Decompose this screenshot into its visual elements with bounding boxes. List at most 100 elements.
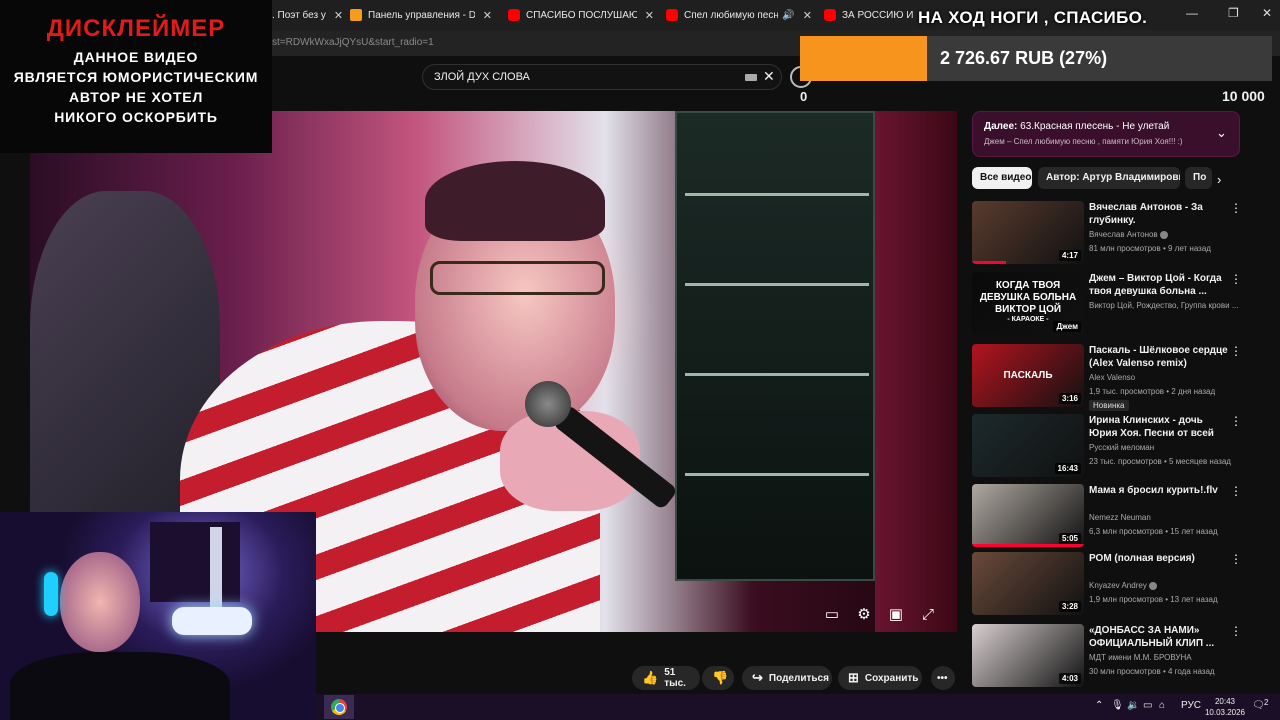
subtitles-icon[interactable]: ▭ <box>821 603 843 625</box>
browser-tab[interactable]: Панель управления - Donation ✕ <box>350 4 492 26</box>
theater-mode-icon[interactable]: ▣ <box>885 603 907 625</box>
video-meta: 1,9 тыс. просмотров • 2 дня назад <box>1089 387 1216 396</box>
tab-title: Панель управления - Donation <box>368 9 475 21</box>
webcam-scene-poster <box>150 522 240 602</box>
microphone-icon[interactable]: 🎙 <box>1111 700 1124 711</box>
channel-name[interactable]: МДТ имени М.М. БРОВУНА <box>1089 653 1241 662</box>
settings-gear-icon[interactable]: ⚙ <box>853 603 875 625</box>
maximize-icon[interactable]: ❐ <box>1228 6 1239 20</box>
video-thumbnail[interactable]: 3:28 <box>972 552 1084 615</box>
video-title[interactable]: Вячеслав Антонов - За глубинку. <box>1089 201 1229 227</box>
close-icon[interactable]: ✕ <box>645 9 654 22</box>
video-title[interactable]: Паскаль - Шёлковое сердце (Alex Valenso … <box>1089 344 1229 370</box>
clock-date: 10.03.2026 <box>1204 708 1246 717</box>
tray-chevron-icon[interactable]: ⌃ <box>1095 700 1103 711</box>
save-label: Сохранить <box>864 672 919 684</box>
url-text: st=RDWkWxaJjQYsU&start_radio=1 <box>272 37 434 48</box>
fullscreen-icon[interactable]: ⤢ <box>917 603 939 625</box>
up-next-subtitle: Джем – Спел любимую песню , памяти Юрия … <box>984 137 1183 146</box>
screen-icon[interactable]: ▭ <box>1143 700 1152 711</box>
tab-title: Спел любимую песню , па <box>684 9 779 21</box>
keyboard-icon[interactable] <box>745 74 757 81</box>
video-title[interactable]: Мама я бросил курить!.flv <box>1089 484 1229 497</box>
video-duration: 5:05 <box>1058 533 1081 544</box>
language-indicator[interactable]: РУС <box>1181 700 1201 711</box>
more-options-icon[interactable]: ⋮ <box>1230 484 1242 498</box>
video-thumbnail[interactable]: 4:03 <box>972 624 1084 687</box>
new-badge: Новинка <box>1089 400 1129 411</box>
channel-name[interactable]: Русский меломан <box>1089 443 1241 452</box>
more-actions-button[interactable]: ••• <box>931 666 955 690</box>
video-thumbnail[interactable]: 4:17 <box>972 201 1084 264</box>
close-window-icon[interactable]: ✕ <box>1262 6 1272 20</box>
chip-all-videos[interactable]: Все видео <box>972 167 1032 189</box>
like-button[interactable]: 👍 51 тыс. <box>632 666 700 690</box>
close-icon[interactable]: ✕ <box>483 9 492 22</box>
recommendation-item[interactable]: 4:03 «ДОНБАСС ЗА НАМИ» ОФИЦИАЛЬНЫЙ КЛИП .… <box>972 624 1244 690</box>
more-options-icon[interactable]: ⋮ <box>1230 272 1242 286</box>
clear-search-icon[interactable]: ✕ <box>763 68 775 85</box>
browser-tab[interactable]: Спел любимую песню , па 🔊 ✕ <box>666 4 812 26</box>
channel-name-text: Русский меломан <box>1089 443 1155 452</box>
recommendation-item[interactable]: 4:17 Вячеслав Антонов - За глубинку. Вячес… <box>972 201 1244 267</box>
donation-amount: 2 726.67 RUB (27%) <box>940 48 1108 68</box>
up-next-panel[interactable]: Далее: 63.Красная плесень - Не улетай Дж… <box>972 111 1240 157</box>
share-button[interactable]: ↪ Поделиться <box>742 666 832 690</box>
more-options-icon[interactable]: ⋮ <box>1230 414 1242 428</box>
channel-name[interactable]: Knyazev Andrey <box>1089 581 1241 590</box>
chip-more[interactable]: По <box>1185 167 1212 189</box>
video-duration: 4:03 <box>1058 673 1081 684</box>
channel-name[interactable]: Nemezz Neuman <box>1089 513 1241 522</box>
recommendation-item[interactable]: 3:28 РОМ (полная версия) Knyazev Andrey 1,9… <box>972 552 1244 618</box>
thumbnail-text: ВИКТОР ЦОЙ <box>994 304 1062 315</box>
video-thumbnail[interactable]: 16:43 <box>972 414 1084 477</box>
video-title[interactable]: «ДОНБАСС ЗА НАМИ» ОФИЦИАЛЬНЫЙ КЛИП ... <box>1089 624 1229 650</box>
browser-tab[interactable]: ЗА РОССИЮ И СВОБОДУ <box>824 4 914 26</box>
taskbar-chrome-button[interactable] <box>324 695 354 719</box>
taskbar-clock[interactable]: 20:43 10.03.2026 <box>1200 696 1250 718</box>
video-meta: 81 млн просмотров • 9 лет назад <box>1089 244 1211 253</box>
close-icon[interactable]: ✕ <box>334 9 343 22</box>
more-options-icon[interactable]: ⋮ <box>1230 344 1242 358</box>
up-next-heading: Далее: 63.Красная плесень - Не улетай <box>984 121 1169 132</box>
thumbs-down-icon: 👎 <box>712 670 729 685</box>
more-options-icon[interactable]: ⋮ <box>1230 552 1242 566</box>
video-thumbnail[interactable]: ПАСКАЛЬ 3:16 <box>972 344 1084 407</box>
video-duration: 16:43 <box>1054 463 1081 474</box>
more-options-icon[interactable]: ⋮ <box>1230 624 1242 638</box>
volume-icon[interactable]: 🔉 <box>1127 700 1139 711</box>
recommendation-item[interactable]: КОГДА ТВОЯ ДЕВУШКА БОЛЬНА ВИКТОР ЦОЙ - КАРА… <box>972 272 1244 338</box>
chevron-down-icon[interactable]: ⌄ <box>1216 125 1227 141</box>
video-title[interactable]: Ирина Клинских - дочь Юрия Хоя. Песни от… <box>1089 414 1229 440</box>
video-scene-microphone <box>525 381 571 427</box>
channel-name[interactable]: Alex Valenso <box>1089 373 1241 382</box>
notification-icon[interactable]: 🗨 <box>1252 700 1265 711</box>
recommendation-item[interactable]: ПАСКАЛЬ 3:16 Паскаль - Шёлковое сердце (Al… <box>972 344 1244 411</box>
chevron-right-icon[interactable]: › <box>1217 172 1221 187</box>
channel-name[interactable]: Виктор Цой, Рождество, Группа крови ... <box>1089 301 1241 310</box>
recommendation-item[interactable]: 16:43 Ирина Клинских - дочь Юрия Хоя. Пес… <box>972 414 1244 480</box>
browser-tab[interactable]: . Поэт без у ✕ <box>272 4 346 26</box>
close-icon[interactable]: ✕ <box>803 9 812 22</box>
search-input[interactable]: ЗЛОЙ ДУХ СЛОВА <box>434 71 530 83</box>
youtube-icon <box>666 9 678 21</box>
more-options-icon[interactable]: ⋮ <box>1230 201 1242 215</box>
share-label: Поделиться <box>768 672 829 684</box>
speaker-icon[interactable]: 🔊 <box>782 10 794 21</box>
thumbs-up-icon: 👍 <box>642 670 659 685</box>
channel-name[interactable]: Вячеслав Антонов <box>1089 230 1241 239</box>
video-thumbnail[interactable]: КОГДА ТВОЯ ДЕВУШКА БОЛЬНА ВИКТОР ЦОЙ - КАРА… <box>972 272 1084 335</box>
browser-tab[interactable]: СПАСИБО ПОСЛУШАЮ ТЕСТА ✕ <box>508 4 654 26</box>
video-title[interactable]: РОМ (полная версия) <box>1089 552 1229 565</box>
save-button[interactable]: ⊞ Сохранить <box>838 666 922 690</box>
chip-author[interactable]: Автор: Артур Владимирович <box>1038 167 1180 189</box>
network-icon[interactable]: ⌂ <box>1159 700 1165 711</box>
video-thumbnail[interactable]: 5:05 <box>972 484 1084 547</box>
video-title[interactable]: Джем – Виктор Цой - Когда твоя девушка б… <box>1089 272 1229 298</box>
minimize-icon[interactable]: — <box>1186 6 1198 20</box>
recommendation-item[interactable]: 5:05 Мама я бросил курить!.flv Nemezz Neum… <box>972 484 1244 550</box>
video-scene-glasses <box>430 261 605 295</box>
watch-progress-bar <box>972 544 1084 547</box>
dislike-button[interactable]: 👎 <box>702 666 734 690</box>
search-box[interactable]: ЗЛОЙ ДУХ СЛОВА ✕ <box>422 64 782 90</box>
